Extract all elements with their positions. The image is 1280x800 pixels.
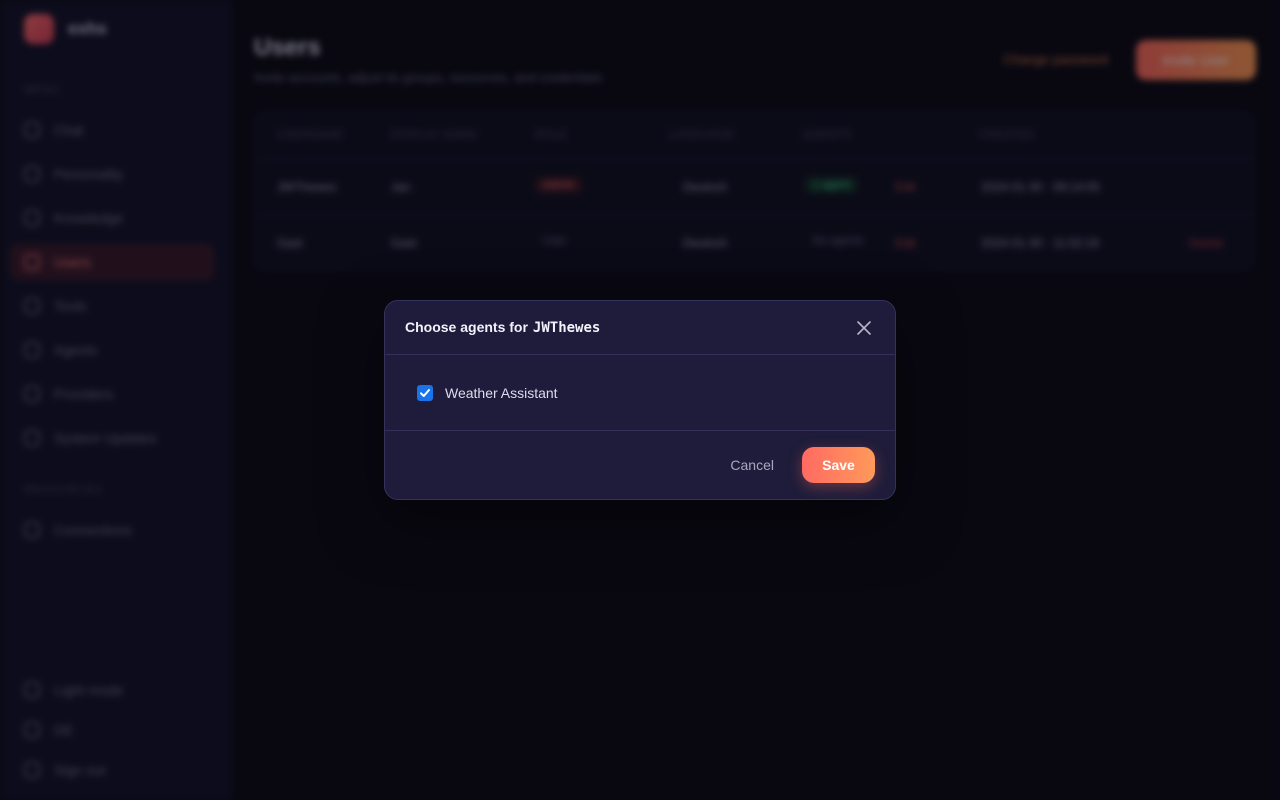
dialog-footer: Cancel Save <box>385 431 895 499</box>
dialog-title-prefix: Choose agents for <box>405 319 528 335</box>
close-icon <box>857 320 871 335</box>
agent-label[interactable]: Weather Assistant <box>445 385 558 401</box>
dialog-header: Choose agents for JWThewes <box>385 301 895 355</box>
agent-checkbox[interactable] <box>417 384 433 401</box>
dialog-body: Weather Assistant <box>385 355 895 431</box>
checkmark-icon <box>420 388 430 397</box>
choose-agents-dialog: Choose agents for JWThewes Weather Assist… <box>384 300 896 500</box>
save-button[interactable]: Save <box>802 447 875 483</box>
close-button[interactable] <box>853 317 875 339</box>
cancel-button[interactable]: Cancel <box>730 457 774 473</box>
dialog-title: Choose agents for JWThewes <box>405 319 600 336</box>
dialog-title-username: JWThewes <box>532 320 601 336</box>
